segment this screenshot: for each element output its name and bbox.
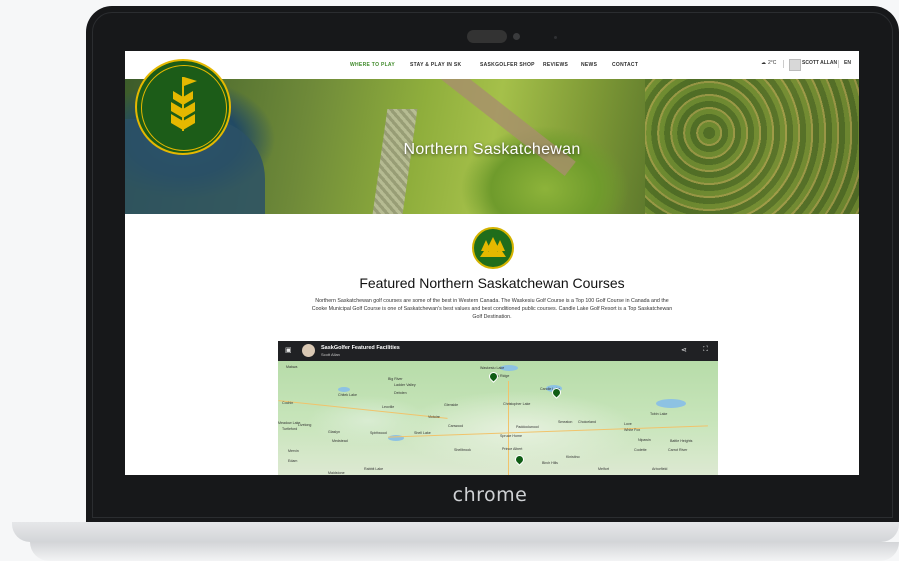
map-place-label: Smeaton [558,420,573,424]
map-owner-avatar [302,344,315,357]
webcam-lens [513,33,520,40]
laptop-base-shadow [30,542,899,561]
browser-screen: WHERE TO PLAY STAY & PLAY IN SK SASKGOLF… [125,51,859,475]
sidebar-toggle-icon[interactable]: ▣ [285,346,292,354]
laptop-base [12,522,899,542]
nav-news[interactable]: NEWS [581,62,597,68]
map-place-label: Paddockwood [516,425,539,429]
share-icon[interactable]: ⋖ [681,346,687,354]
map-place-label: Livelong [298,423,312,427]
map-place-label: Melfort [598,467,609,471]
trees-badge [472,227,514,269]
map-place-label: Birch Hills [542,461,558,465]
map-place-label: Arborfield [652,467,668,471]
map-place-label: Spiritwood [370,431,387,435]
nav-divider [783,60,784,68]
map-place-label: Chitek Lake [338,393,357,397]
map-place-label: White Fox [624,428,641,432]
map-place-label: Nipawin [638,438,651,442]
map-place-label: Christopher Lake [503,402,531,406]
nav-divider [838,60,839,68]
weather-icon: ☁ [761,60,766,66]
map-road [388,425,708,438]
map-place-label: Edam [288,459,298,463]
map-road [278,400,448,419]
map-place-label: Rabbit Lake [364,467,384,471]
map-place-label: Leoville [382,405,395,409]
map-place-label: Glaslyn [328,430,340,434]
webcam-indicator [554,36,557,39]
language-selector[interactable]: EN [844,60,851,66]
nav-stay-and-play[interactable]: STAY & PLAY IN SK [410,62,461,68]
map-marker[interactable] [487,370,500,383]
hero-shoreline-image [372,109,418,214]
map-lake [338,387,350,392]
map-place-label: Codette [634,448,647,452]
map-place-label: Canwood [448,424,464,428]
user-name[interactable]: SCOTT ALLAN [802,60,837,66]
map-header: ▣ SaskGolfer Featured Facilities Scott A… [278,341,718,361]
top-navigation: WHERE TO PLAY STAY & PLAY IN SK SASKGOLF… [125,51,859,79]
map-place-label: Victoire [428,415,440,419]
hero-cart-path-image [415,79,576,176]
map-canvas[interactable]: Makwa Waskesiu Lake Elk Ridge Candle Lak… [278,361,718,475]
map-marker[interactable] [513,453,526,466]
featured-courses-title: Featured Northern Saskatchewan Courses [359,275,625,291]
map-title: SaskGolfer Featured Facilities [321,345,400,351]
map-place-label: Debden [394,391,407,395]
map-place-label: Glenside [444,403,459,407]
featured-courses-description: Northern Saskatchewan golf courses are s… [311,298,673,320]
pine-trees-icon [480,237,506,257]
map-subtitle: Scott Allan [321,352,340,357]
map-place-label: Carrot River [668,448,688,452]
map-lake [656,399,686,408]
map-place-label: Ladder Valley [394,383,416,387]
map-place-label: Tobin Lake [650,412,668,416]
map-place-label: Spruce Home [500,434,522,438]
nav-where-to-play[interactable]: WHERE TO PLAY [350,62,395,68]
map-place-label: Kinistino [566,455,580,459]
hero-banner: Northern Saskatchewan [125,79,859,214]
featured-facilities-map[interactable]: ▣ SaskGolfer Featured Facilities Scott A… [278,341,718,475]
map-place-label: Love [624,422,632,426]
site-logo[interactable] [135,59,231,155]
map-place-label: Shellbrook [454,448,471,452]
map-place-label: Big River [388,377,403,381]
wheat-flag-icon [171,77,197,131]
webcam-housing [467,30,507,43]
nav-reviews[interactable]: REVIEWS [543,62,568,68]
map-road [508,381,509,475]
map-place-label: Makwa [286,365,298,369]
map-place-label: Turtleford [282,427,298,431]
map-place-label: Cochin [282,401,294,405]
map-place-label: Maidstone [328,471,345,475]
user-avatar[interactable] [789,59,801,71]
map-place-label: Mervin [288,449,299,453]
map-place-label: Shell Lake [414,431,431,435]
map-place-label: Prince Albert [502,447,523,451]
map-place-label: Battle Heights [670,439,693,443]
weather-temperature: 2°C [768,60,777,66]
nav-saskgolfer-shop[interactable]: SASKGOLFER SHOP [480,62,535,68]
fullscreen-icon[interactable]: ⛶ [703,346,708,354]
nav-contact[interactable]: CONTACT [612,62,638,68]
map-place-label: Choiceland [578,420,596,424]
device-brand: chrome [452,484,528,506]
map-place-label: Medstead [332,439,348,443]
map-place-label: Waskesiu Lake [480,366,505,370]
hero-title: Northern Saskatchewan [403,141,581,158]
